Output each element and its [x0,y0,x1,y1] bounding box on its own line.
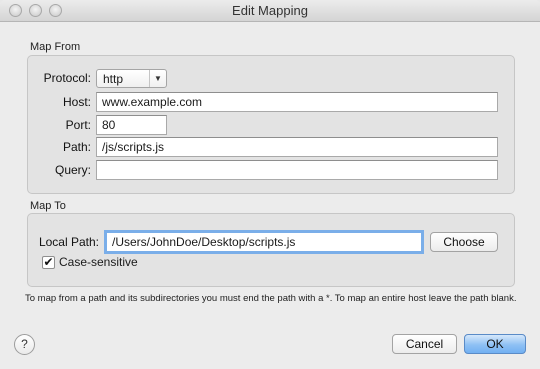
map-to-label: Map To [30,200,66,212]
host-field[interactable]: www.example.com [96,92,498,112]
port-field[interactable]: 80 [96,115,167,135]
path-hint-text: To map from a path and its subdirectorie… [25,293,517,304]
checkmark-icon: ✔ [43,255,54,269]
protocol-select[interactable]: http ▼ [96,69,167,88]
case-sensitive-checkbox[interactable]: ✔ [42,256,55,269]
titlebar: Edit Mapping [0,0,540,22]
help-button[interactable]: ? [14,334,35,355]
cancel-button[interactable]: Cancel [392,334,457,354]
host-label: Host: [62,95,91,109]
protocol-label: Protocol: [43,71,91,85]
help-icon: ? [21,337,28,351]
edit-mapping-dialog: Edit Mapping Map From Protocol: http ▼ H… [0,0,540,369]
local-path-label: Local Path: [38,235,99,249]
choose-button[interactable]: Choose [430,232,498,252]
port-label: Port: [65,118,91,132]
protocol-value: http [103,72,124,86]
case-sensitive-label[interactable]: Case-sensitive [59,255,138,269]
map-to-group: Local Path: /Users/JohnDoe/Desktop/scrip… [27,213,515,287]
path-field[interactable]: /js/scripts.js [96,137,498,157]
map-from-group: Protocol: http ▼ Host: www.example.com P… [27,55,515,194]
query-field[interactable] [96,160,498,180]
ok-button[interactable]: OK [464,334,526,354]
query-label: Query: [54,163,91,177]
map-from-label: Map From [30,41,81,53]
chevron-down-icon: ▼ [149,70,166,87]
window-title: Edit Mapping [232,3,308,18]
path-label: Path: [62,140,91,154]
local-path-field[interactable]: /Users/JohnDoe/Desktop/scripts.js [104,230,424,254]
